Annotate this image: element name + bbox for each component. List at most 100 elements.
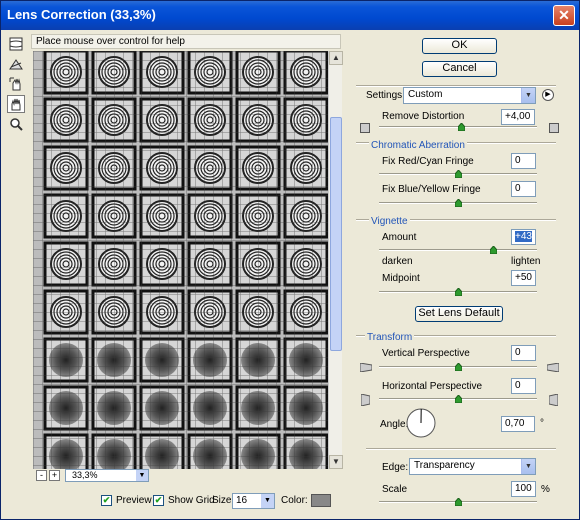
cancel-button[interactable]: Cancel bbox=[422, 61, 497, 77]
chevron-down-icon: ▼ bbox=[521, 88, 535, 103]
close-button[interactable]: ✕ bbox=[553, 5, 575, 26]
vignette-amount-label: Amount bbox=[382, 232, 417, 243]
grid-color-swatch[interactable] bbox=[311, 494, 331, 507]
settings-value: Custom bbox=[408, 89, 443, 100]
title-bar: Lens Correction (33,3%) ✕ bbox=[1, 1, 579, 30]
chevron-down-icon: ▼ bbox=[136, 470, 148, 481]
vignette-midpoint-value: +50 bbox=[515, 272, 532, 283]
vignette-amount-field[interactable]: +43 bbox=[511, 229, 536, 245]
zoom-out-button[interactable]: - bbox=[36, 470, 47, 481]
chromatic-aberration-title: Chromatic Aberration bbox=[369, 140, 467, 151]
show-grid-checkbox[interactable]: ✔ bbox=[153, 495, 164, 506]
vertical-perspective-value: 0 bbox=[515, 347, 521, 358]
remove-distortion-slider-knob[interactable] bbox=[458, 123, 466, 131]
vertical-perspective-right-icon bbox=[546, 362, 560, 375]
fix-red-cyan-value: 0 bbox=[515, 155, 521, 166]
vignette-amount-slider[interactable] bbox=[379, 249, 537, 251]
lighten-label: lighten bbox=[511, 256, 541, 267]
vignette-title: Vignette bbox=[369, 216, 410, 227]
help-text: Place mouse over control for help bbox=[36, 36, 185, 47]
straighten-tool-icon[interactable] bbox=[7, 55, 25, 73]
preview-area[interactable] bbox=[33, 51, 328, 469]
scale-value: 100 bbox=[515, 483, 532, 494]
vignette-midpoint-slider-knob[interactable] bbox=[455, 288, 462, 296]
fix-blue-yellow-label: Fix Blue/Yellow Fringe bbox=[382, 184, 481, 195]
remove-distortion-value: +4,00 bbox=[505, 111, 531, 122]
horizontal-perspective-right-icon bbox=[548, 393, 559, 409]
fix-blue-yellow-field[interactable]: 0 bbox=[511, 181, 536, 197]
tool-palette bbox=[7, 35, 27, 135]
horizontal-perspective-value: 0 bbox=[515, 380, 521, 391]
vignette-amount-value: +43 bbox=[515, 231, 532, 242]
darken-label: darken bbox=[382, 256, 413, 267]
vignette-midpoint-label: Midpoint bbox=[382, 273, 420, 284]
scroll-up-arrow[interactable]: ▲ bbox=[329, 51, 343, 65]
fix-blue-yellow-slider-knob[interactable] bbox=[455, 199, 462, 207]
settings-select[interactable]: Custom ▼ bbox=[403, 87, 536, 104]
vertical-perspective-label: Vertical Perspective bbox=[382, 348, 470, 359]
chevron-down-icon: ▼ bbox=[521, 459, 535, 474]
transform-title: Transform bbox=[365, 332, 415, 343]
vertical-perspective-slider-knob[interactable] bbox=[455, 363, 462, 371]
preview-checkbox[interactable]: ✔ bbox=[101, 495, 112, 506]
show-grid-label: Show Grid bbox=[168, 495, 215, 506]
preview-image bbox=[33, 51, 328, 469]
grid-size-select[interactable]: 16 ▼ bbox=[232, 493, 275, 509]
preview-vertical-scrollbar[interactable]: ▲ ▼ bbox=[328, 51, 343, 469]
barrel-icon bbox=[549, 123, 559, 136]
zoom-select[interactable]: 33,3% ▼ bbox=[65, 469, 149, 482]
vertical-perspective-field[interactable]: 0 bbox=[511, 345, 536, 361]
horizontal-perspective-left-icon bbox=[360, 393, 371, 409]
grid-size-value: 16 bbox=[236, 495, 248, 506]
set-lens-default-button[interactable]: Set Lens Default bbox=[415, 306, 503, 322]
color-label: Color: bbox=[281, 495, 308, 506]
scroll-thumb[interactable] bbox=[330, 117, 342, 351]
remove-distortion-label: Remove Distortion bbox=[382, 111, 465, 122]
scroll-down-arrow[interactable]: ▼ bbox=[329, 455, 343, 469]
fix-red-cyan-label: Fix Red/Cyan Fringe bbox=[382, 156, 474, 167]
angle-value: 0,70 bbox=[505, 418, 525, 429]
settings-menu-icon[interactable]: ▶ bbox=[542, 89, 554, 101]
remove-distortion-field[interactable]: +4,00 bbox=[501, 109, 535, 125]
ok-button[interactable]: OK bbox=[422, 38, 497, 54]
horizontal-perspective-field[interactable]: 0 bbox=[511, 378, 536, 394]
preview-label: Preview bbox=[116, 495, 152, 506]
scale-field[interactable]: 100 bbox=[511, 481, 536, 497]
zoom-bar: - + 33,3% ▼ bbox=[33, 469, 342, 483]
window-title: Lens Correction (33,3%) bbox=[7, 7, 156, 22]
scale-slider-knob[interactable] bbox=[455, 498, 462, 506]
fix-red-cyan-field[interactable]: 0 bbox=[511, 153, 536, 169]
angle-unit: ° bbox=[540, 418, 544, 429]
pincushion-icon bbox=[360, 123, 370, 136]
edge-value: Transparency bbox=[414, 460, 475, 471]
horizontal-perspective-slider-knob[interactable] bbox=[455, 395, 462, 403]
remove-distortion-tool-icon[interactable] bbox=[7, 35, 25, 53]
zoom-tool-icon[interactable] bbox=[7, 115, 25, 133]
edge-label: Edge: bbox=[382, 462, 409, 473]
vertical-perspective-left-icon bbox=[359, 362, 373, 375]
settings-label: Settings: bbox=[366, 90, 405, 101]
preview-options: ✔ Preview ✔ Show Grid Size: 16 ▼ Color: bbox=[101, 493, 341, 509]
angle-dial[interactable] bbox=[405, 407, 437, 439]
horizontal-perspective-label: Horizontal Perspective bbox=[382, 381, 483, 392]
scale-unit: % bbox=[541, 484, 550, 495]
set-lens-default-label: Set Lens Default bbox=[418, 307, 500, 319]
cancel-label: Cancel bbox=[442, 62, 477, 74]
zoom-value: 33,3% bbox=[72, 470, 98, 480]
move-grid-tool-icon[interactable] bbox=[7, 75, 25, 93]
vignette-midpoint-field[interactable]: +50 bbox=[511, 270, 536, 286]
fix-blue-yellow-value: 0 bbox=[515, 183, 521, 194]
scale-label: Scale bbox=[382, 484, 408, 495]
vignette-amount-slider-knob[interactable] bbox=[489, 246, 497, 254]
fix-red-cyan-slider-knob[interactable] bbox=[455, 170, 462, 178]
edge-select[interactable]: Transparency ▼ bbox=[409, 458, 536, 475]
hand-tool-icon[interactable] bbox=[7, 95, 25, 113]
ok-label: OK bbox=[451, 39, 468, 51]
divider bbox=[366, 448, 556, 450]
size-label: Size: bbox=[212, 495, 235, 506]
help-text-bar: Place mouse over control for help bbox=[31, 34, 341, 49]
lens-correction-dialog: Lens Correction (33,3%) ✕ Place mouse ov… bbox=[0, 0, 580, 520]
zoom-in-button[interactable]: + bbox=[49, 470, 60, 481]
chevron-down-icon: ▼ bbox=[261, 494, 274, 508]
angle-field[interactable]: 0,70 bbox=[501, 416, 535, 432]
